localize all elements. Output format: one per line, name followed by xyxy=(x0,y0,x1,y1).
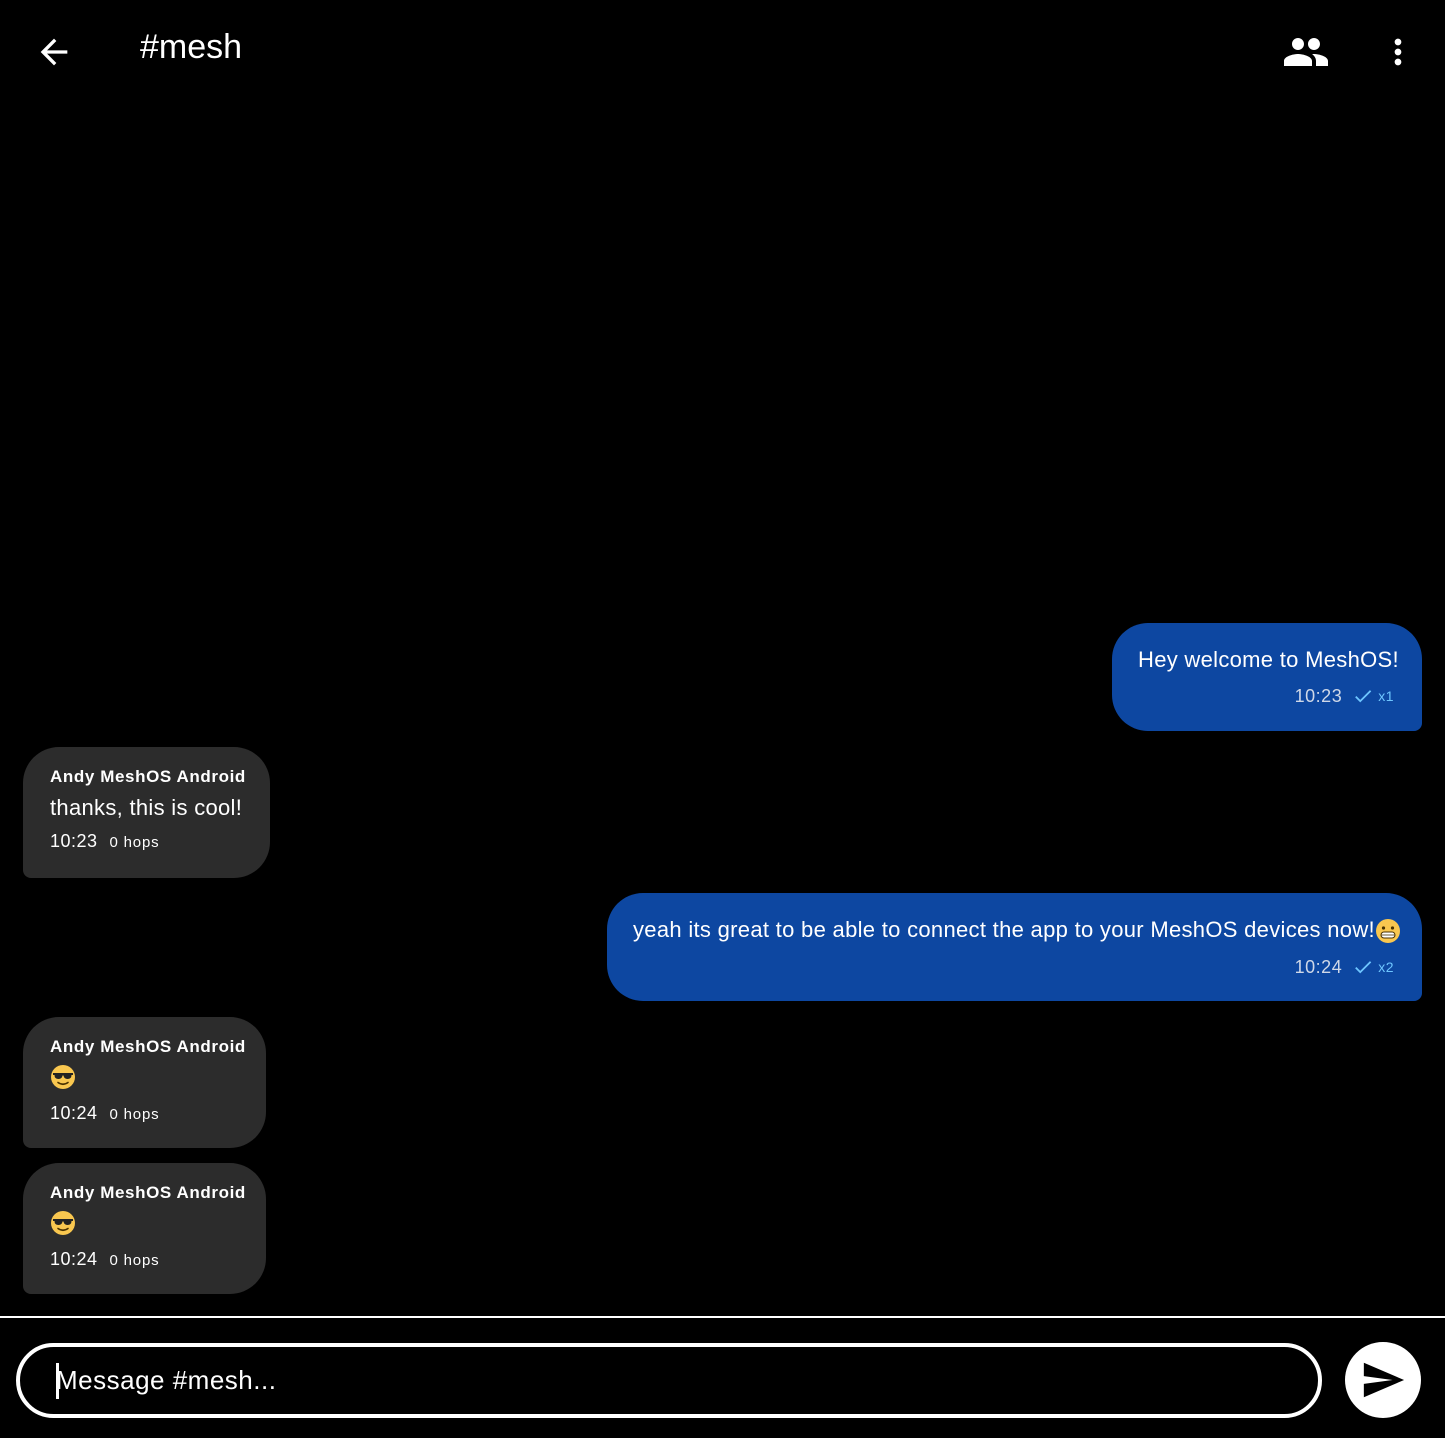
more-options-button[interactable] xyxy=(1370,22,1426,82)
message-input[interactable] xyxy=(54,1364,1318,1397)
sunglasses-face-icon xyxy=(51,1211,75,1236)
message-text: yeah its great to be able to connect the… xyxy=(633,917,1400,944)
send-button[interactable] xyxy=(1345,1342,1421,1418)
hop-count: 0 hops xyxy=(109,1106,160,1123)
people-icon xyxy=(1284,38,1328,66)
delivery-status: x1 xyxy=(1352,685,1394,707)
hop-count: 0 hops xyxy=(109,1252,160,1269)
more-vert-icon xyxy=(1394,38,1402,66)
top-app-bar: #mesh xyxy=(0,0,1445,102)
grinning-face-icon xyxy=(1375,919,1400,944)
check-icon xyxy=(1355,961,1372,974)
sender-name: Andy MeshOS Android xyxy=(50,1037,246,1056)
check-icon xyxy=(1355,690,1372,703)
sender-name: Andy MeshOS Android xyxy=(50,1183,246,1202)
message-time: 10:24 xyxy=(50,1103,98,1123)
message-meta: 10:23 0 hops xyxy=(50,831,244,852)
message-text xyxy=(50,1063,240,1093)
incoming-message[interactable]: Andy MeshOS Android 10:24 0 hops xyxy=(23,1017,266,1148)
message-meta: 10:24 0 hops xyxy=(50,1249,240,1270)
message-text: Hey welcome to MeshOS! xyxy=(1138,647,1399,672)
outgoing-message[interactable]: yeah its great to be able to connect the… xyxy=(607,893,1422,1001)
chat-screen: #mesh Hey welcome to MeshOS! 10:23 x1 An… xyxy=(0,0,1445,1438)
message-time: 10:23 xyxy=(1294,685,1343,706)
incoming-message[interactable]: Andy MeshOS Android thanks, this is cool… xyxy=(23,747,270,878)
message-text: thanks, this is cool! xyxy=(50,795,243,820)
message-meta: 10:23 x1 xyxy=(1138,685,1394,707)
hop-count: 0 hops xyxy=(109,834,160,851)
message-meta: 10:24 x2 xyxy=(633,956,1394,978)
back-button[interactable] xyxy=(22,20,86,84)
composer-divider xyxy=(0,1316,1445,1318)
outgoing-message[interactable]: Hey welcome to MeshOS! 10:23 x1 xyxy=(1112,623,1422,731)
members-button[interactable] xyxy=(1274,24,1338,80)
message-text-body: yeah its great to be able to connect the… xyxy=(633,917,1375,942)
sunglasses-face-icon xyxy=(51,1065,75,1090)
ack-count: x2 xyxy=(1378,959,1394,976)
arrow-back-icon xyxy=(40,38,68,66)
message-time: 10:24 xyxy=(1294,956,1343,977)
send-icon xyxy=(1363,1362,1405,1398)
ack-count: x1 xyxy=(1378,688,1394,704)
text-caret xyxy=(56,1363,59,1399)
message-time: 10:23 xyxy=(50,831,98,851)
sender-name: Andy MeshOS Android xyxy=(50,767,246,786)
channel-title: #mesh xyxy=(140,28,243,66)
message-meta: 10:24 0 hops xyxy=(50,1103,240,1124)
incoming-message[interactable]: Andy MeshOS Android 10:24 0 hops xyxy=(23,1163,266,1294)
message-text xyxy=(50,1209,240,1239)
message-time: 10:24 xyxy=(50,1249,98,1269)
delivery-status: x2 xyxy=(1352,956,1394,978)
message-input-container[interactable] xyxy=(16,1343,1322,1418)
